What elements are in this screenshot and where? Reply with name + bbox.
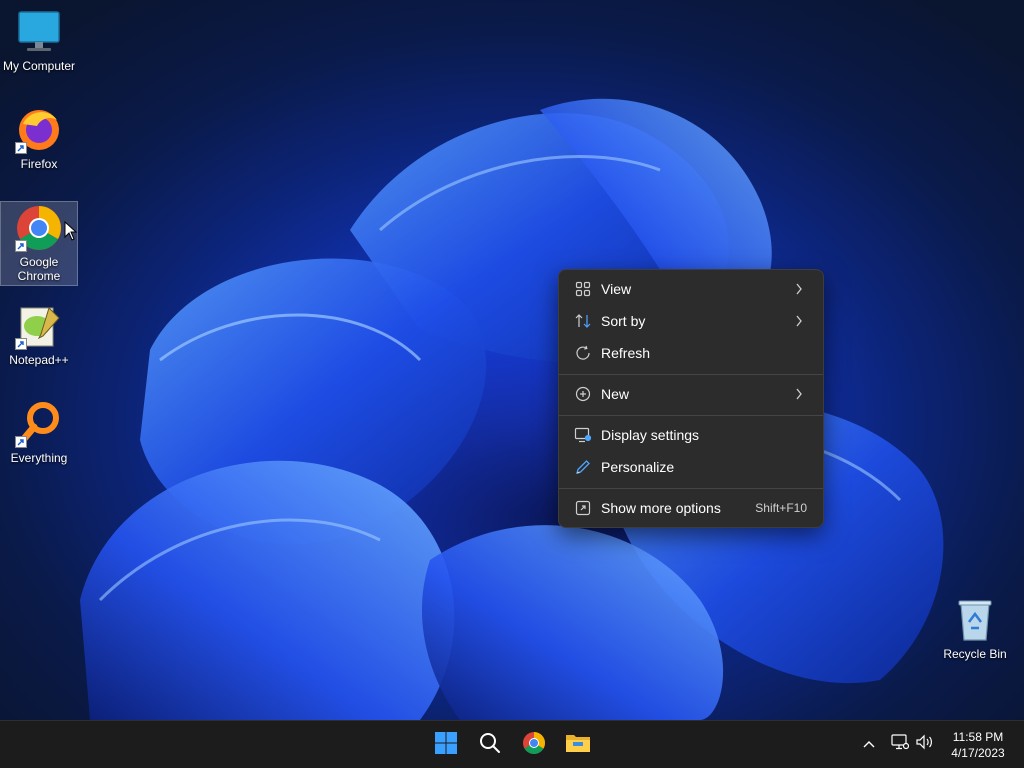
- keyboard-shortcut: Shift+F10: [755, 501, 807, 515]
- refresh-icon: [573, 343, 593, 363]
- taskbar-chrome-button[interactable]: [516, 727, 552, 763]
- monitor-icon: [15, 8, 63, 56]
- windows-start-icon: [434, 731, 458, 760]
- volume-button[interactable]: [914, 733, 936, 755]
- show-hidden-icons-button[interactable]: [858, 733, 880, 755]
- menu-item-view[interactable]: View: [563, 274, 819, 304]
- menu-item-label: Sort by: [601, 313, 646, 329]
- desktop-icon-label: Google Chrome: [17, 255, 61, 283]
- volume-icon: [915, 734, 935, 755]
- firefox-icon: [15, 106, 63, 154]
- network-icon: [891, 733, 910, 755]
- desktop-context-menu: View Sort by Refresh New Display setting…: [558, 269, 824, 528]
- start-button[interactable]: [428, 727, 464, 763]
- menu-item-new[interactable]: New: [563, 379, 819, 409]
- shortcut-arrow-icon: [15, 338, 27, 350]
- desktop-icon-my-computer[interactable]: My Computer: [0, 6, 78, 73]
- desktop-icon-label: My Computer: [2, 59, 76, 73]
- menu-item-label: Show more options: [601, 500, 721, 516]
- desktop-icon-label: Recycle Bin: [943, 647, 1007, 661]
- mouse-cursor-icon: [64, 221, 78, 241]
- chevron-right-icon: [791, 315, 807, 327]
- desktop-icon-label: Everything: [10, 451, 68, 465]
- shortcut-arrow-icon: [15, 142, 27, 154]
- sort-arrows-icon: [573, 311, 593, 331]
- desktop-icon-recycle-bin[interactable]: Recycle Bin: [936, 594, 1014, 661]
- network-status-button[interactable]: [889, 733, 911, 755]
- recycle-bin-icon: [951, 596, 999, 644]
- shortcut-arrow-icon: [15, 240, 27, 252]
- menu-item-sort-by[interactable]: Sort by: [563, 306, 819, 336]
- desktop-icon-notepad-plus-plus[interactable]: Notepad++: [0, 300, 78, 367]
- menu-item-label: Display settings: [601, 427, 700, 443]
- menu-item-label: New: [601, 386, 630, 402]
- search-icon: [479, 732, 501, 759]
- taskbar-clock[interactable]: 11:58 PM 4/17/2023: [940, 729, 1016, 761]
- menu-separator: [559, 374, 823, 375]
- wallpaper-bloom: [80, 98, 944, 720]
- desktop-icon-everything[interactable]: Everything: [0, 398, 78, 465]
- desktop[interactable]: My Computer Firefox Google Chrome Notepa…: [0, 0, 1024, 720]
- file-explorer-icon: [565, 732, 591, 759]
- menu-item-label: Personalize: [601, 459, 675, 475]
- taskbar: 11:58 PM 4/17/2023: [0, 720, 1024, 768]
- menu-item-show-more-options[interactable]: Show more options Shift+F10: [563, 493, 819, 523]
- menu-item-personalize[interactable]: Personalize: [563, 452, 819, 482]
- pen-icon: [573, 457, 593, 477]
- expand-icon: [573, 498, 593, 518]
- clock-date: 4/17/2023: [951, 746, 1005, 760]
- menu-item-label: Refresh: [601, 345, 651, 361]
- chrome-icon: [15, 204, 63, 252]
- menu-separator: [559, 488, 823, 489]
- taskbar-file-explorer-button[interactable]: [560, 727, 596, 763]
- menu-item-refresh[interactable]: Refresh: [563, 338, 819, 368]
- chrome-icon: [522, 731, 546, 760]
- desktop-icon-google-chrome[interactable]: Google Chrome: [0, 201, 78, 286]
- desktop-icon-firefox[interactable]: Firefox: [0, 104, 78, 171]
- desktop-icon-label: Notepad++: [9, 353, 69, 367]
- clock-time: 11:58 PM: [952, 730, 1004, 744]
- display-settings-icon: [573, 425, 593, 445]
- menu-item-label: View: [601, 281, 632, 297]
- everything-search-icon: [15, 400, 63, 448]
- desktop-icon-label: Firefox: [20, 157, 58, 171]
- shortcut-arrow-icon: [15, 436, 27, 448]
- chevron-right-icon: [791, 388, 807, 400]
- notepad-plus-plus-icon: [15, 302, 63, 350]
- chevron-up-icon: [863, 735, 875, 753]
- grid-view-icon: [573, 279, 593, 299]
- plus-circle-icon: [573, 384, 593, 404]
- taskbar-search-button[interactable]: [472, 727, 508, 763]
- menu-separator: [559, 415, 823, 416]
- chevron-right-icon: [791, 283, 807, 295]
- menu-item-display-settings[interactable]: Display settings: [563, 420, 819, 450]
